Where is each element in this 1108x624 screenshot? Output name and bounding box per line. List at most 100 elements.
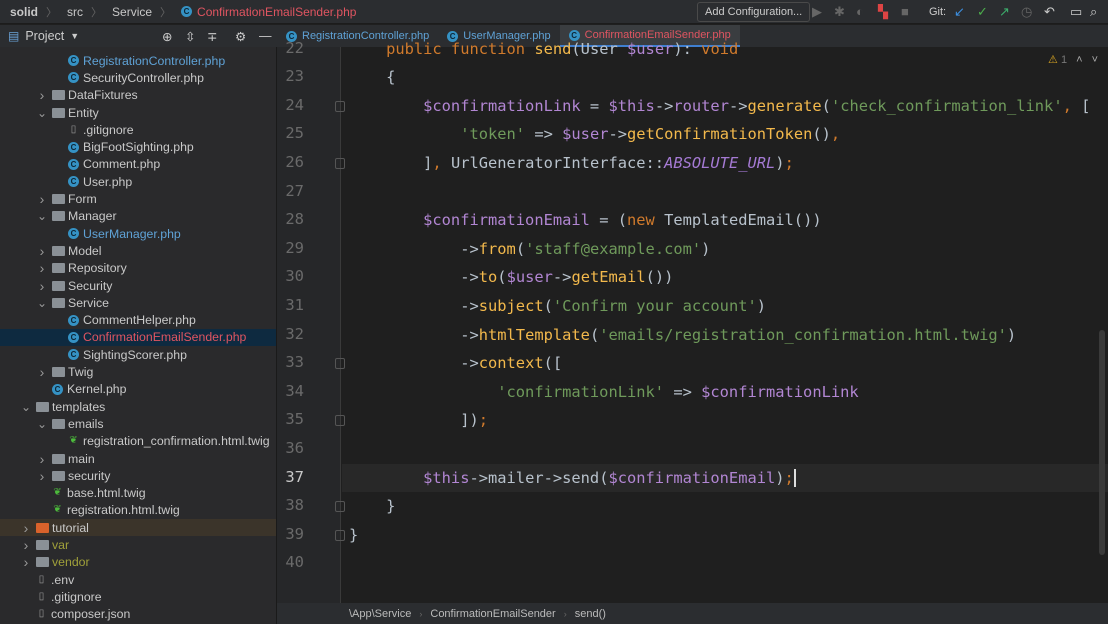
tree-item[interactable]: C Comment.php [0, 156, 276, 173]
tree-item[interactable]: › Model [0, 242, 276, 259]
status-crumb-method[interactable]: send() [575, 608, 606, 620]
chevron-down-icon[interactable]: ˅ [1092, 54, 1098, 66]
expand-all-icon[interactable]: ⇳ [185, 29, 195, 44]
file-icon: ▯ [38, 590, 45, 602]
fold-marker-icon[interactable] [335, 100, 345, 112]
tree-item[interactable]: C User.php [0, 173, 276, 190]
fold-marker-icon[interactable] [335, 358, 345, 370]
tree-item[interactable]: C Kernel.php [0, 381, 276, 398]
debug-icon[interactable]: ✱ [834, 3, 845, 21]
fold-marker-icon[interactable] [335, 501, 345, 513]
gear-icon[interactable]: ⚙ [235, 29, 246, 44]
tree-item-label: SightingScorer.php [83, 347, 187, 362]
project-view-selector[interactable]: Project [25, 29, 64, 43]
chevron-right-icon[interactable]: › [36, 260, 48, 276]
coverage-icon[interactable]: ◐ [856, 3, 864, 21]
rollback-icon[interactable]: ↶ [1044, 3, 1055, 21]
stop-icon[interactable]: ■ [901, 3, 909, 21]
tree-item[interactable]: C ConfirmationEmailSender.php [0, 328, 276, 347]
status-breadcrumb: \App\Service › ConfirmationEmailSender › s… [277, 603, 1108, 624]
tree-item[interactable]: ▯ .gitignore [0, 121, 276, 138]
chevron-right-icon[interactable]: › [36, 468, 48, 484]
fold-marker-icon[interactable] [335, 157, 345, 169]
tree-item[interactable]: C SecurityController.php [0, 69, 276, 86]
tree-item[interactable]: ⌄ Entity [0, 104, 276, 121]
tree-item[interactable]: ⌄ templates [0, 398, 276, 415]
chevron-down-icon[interactable]: ⌄ [20, 400, 32, 414]
tree-item[interactable]: ❦ registration_confirmation.html.twig [0, 433, 276, 450]
git-commit-icon[interactable]: ✓ [977, 3, 988, 21]
fold-marker-icon[interactable] [335, 415, 345, 427]
code-line: ->htmlTemplate('emails/registration_conf… [349, 321, 1016, 350]
chevron-right-icon: 〉 [91, 6, 103, 19]
file-icon: ▯ [70, 123, 77, 135]
collapse-all-icon[interactable]: ∓ [207, 29, 217, 44]
tree-item[interactable]: › vendor [0, 554, 276, 571]
git-update-icon[interactable]: ↙ [954, 3, 965, 21]
profiler-icon[interactable]: ▚ [878, 3, 888, 21]
tree-item[interactable]: C UserManager.php [0, 225, 276, 242]
chevron-up-icon[interactable]: ˄ [1076, 54, 1082, 66]
tree-item-label: Kernel.php [67, 382, 127, 397]
tree-item[interactable]: C CommentHelper.php [0, 312, 276, 329]
tree-item[interactable]: › Twig [0, 363, 276, 380]
code-token: $user [506, 268, 553, 287]
tree-item[interactable]: C RegistrationController.php [0, 52, 276, 69]
tree-item[interactable]: ❦ registration.html.twig [0, 502, 276, 519]
chevron-down-icon[interactable]: ⌄ [36, 417, 48, 431]
run-icon[interactable]: ▶ [812, 3, 822, 21]
chevron-right-icon[interactable]: › [20, 554, 32, 570]
git-history-icon[interactable]: ◷ [1021, 3, 1032, 21]
fold-marker-icon[interactable] [335, 529, 345, 541]
breadcrumb-project[interactable]: solid [10, 5, 38, 19]
chevron-right-icon[interactable]: › [20, 537, 32, 553]
tree-item[interactable]: › var [0, 536, 276, 553]
tree-item[interactable]: ⌄ Service [0, 294, 276, 311]
tree-item[interactable]: C BigFootSighting.php [0, 139, 276, 156]
code-token: ) [1006, 325, 1017, 344]
chevron-down-icon[interactable]: ▼ [70, 31, 79, 41]
inspection-warnings[interactable]: ⚠ 1 ˄ ˅ [1048, 53, 1098, 66]
git-push-icon[interactable]: ↗ [999, 3, 1010, 21]
breadcrumb-file[interactable]: C ConfirmationEmailSender.php [181, 5, 356, 19]
breadcrumb-service[interactable]: Service [112, 5, 152, 19]
tree-item[interactable]: ▯ .env [0, 571, 276, 588]
tree-item[interactable]: ▯ composer.json [0, 606, 276, 623]
chevron-right-icon[interactable]: › [36, 364, 48, 380]
code-token: => [664, 382, 702, 401]
tree-item[interactable]: › main [0, 450, 276, 467]
tree-item[interactable]: C SightingScorer.php [0, 346, 276, 363]
status-crumb-class[interactable]: ConfirmationEmailSender [430, 608, 555, 620]
tree-item[interactable]: ❦ base.html.twig [0, 485, 276, 502]
chevron-down-icon[interactable]: ⌄ [36, 106, 48, 120]
breadcrumb-src[interactable]: src [67, 5, 83, 19]
hide-icon[interactable]: — [259, 29, 272, 43]
code-line: } [349, 492, 395, 521]
add-configuration-button[interactable]: Add Configuration... [697, 2, 811, 22]
tree-item[interactable]: ⌄ Manager [0, 208, 276, 225]
chevron-down-icon[interactable]: ⌄ [36, 209, 48, 223]
chevron-down-icon[interactable]: ⌄ [36, 296, 48, 310]
tree-item[interactable]: ⌄ emails [0, 415, 276, 432]
code-line: ->subject('Confirm your account') [349, 292, 766, 321]
php-class-icon: C [68, 141, 79, 153]
search-icon[interactable]: ⌕ [1090, 3, 1097, 21]
tree-item[interactable]: › Form [0, 190, 276, 207]
tree-item-label: emails [68, 416, 104, 431]
chevron-right-icon[interactable]: › [20, 520, 32, 536]
chevron-right-icon[interactable]: › [36, 87, 48, 103]
tree-item[interactable]: › Repository [0, 260, 276, 277]
editor-scrollbar[interactable] [1099, 330, 1105, 555]
locate-icon[interactable]: ⊕ [162, 29, 172, 44]
tree-item[interactable]: › tutorial [0, 519, 276, 537]
tree-item[interactable]: › Security [0, 277, 276, 294]
chevron-right-icon[interactable]: › [36, 451, 48, 467]
chevron-right-icon[interactable]: › [36, 191, 48, 207]
terminal-window-icon[interactable]: ▭ [1070, 3, 1082, 21]
status-crumb-namespace[interactable]: \App\Service [349, 608, 411, 620]
chevron-right-icon[interactable]: › [36, 278, 48, 294]
tree-item[interactable]: › security [0, 467, 276, 484]
tree-item[interactable]: › DataFixtures [0, 87, 276, 104]
chevron-right-icon[interactable]: › [36, 243, 48, 259]
tree-item[interactable]: ▯ .gitignore [0, 588, 276, 605]
